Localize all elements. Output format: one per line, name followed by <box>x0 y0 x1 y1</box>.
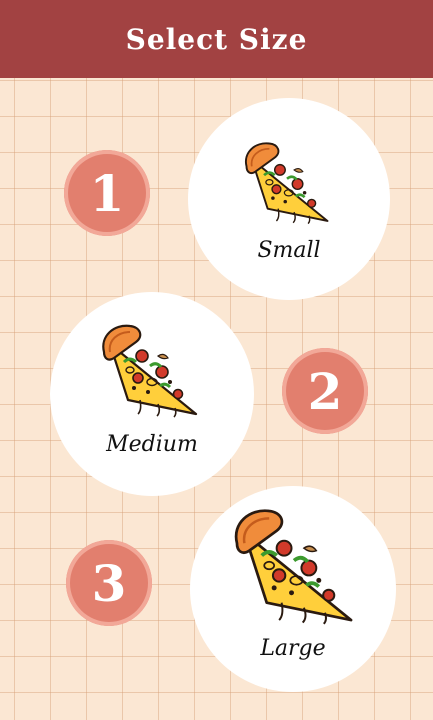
page-title: Select Size <box>125 22 308 56</box>
pizza-slice-icon <box>101 324 198 419</box>
size-number-badge-1[interactable]: 1 <box>64 150 150 236</box>
size-option-small[interactable]: Small <box>188 98 390 300</box>
size-label-large: Large <box>260 636 326 661</box>
size-option-large[interactable]: Large <box>190 486 396 692</box>
pizza-slice-icon <box>244 142 329 225</box>
size-option-medium[interactable]: Medium <box>50 292 254 496</box>
size-number-badge-3[interactable]: 3 <box>66 540 152 626</box>
size-number-badge-2[interactable]: 2 <box>282 348 368 434</box>
pizza-slice-icon <box>234 508 353 626</box>
size-label-medium: Medium <box>106 432 198 457</box>
size-label-small: Small <box>257 238 321 263</box>
header-bar: Select Size <box>0 0 433 78</box>
